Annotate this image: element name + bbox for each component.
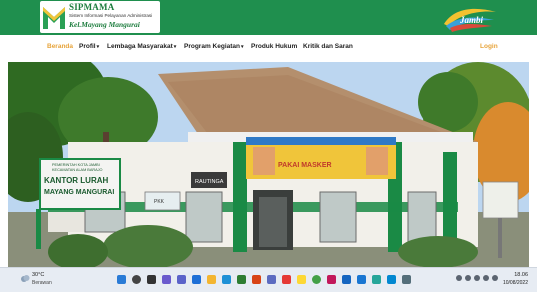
wifi-icon[interactable] <box>474 275 480 281</box>
hero-photo-kantor-lurah: PAKAI MASKER RAUTINGA PEMERINTAH KOTA JA… <box>8 62 529 267</box>
office-sign-main1: KANTOR LURAH <box>44 176 109 185</box>
nav-produk-hukum[interactable]: Produk Hukum <box>251 43 297 50</box>
excel-icon[interactable] <box>237 275 246 284</box>
logo-title: SIPMAMA <box>69 2 115 12</box>
media-icon[interactable] <box>282 275 291 284</box>
chevron-up-icon[interactable] <box>456 275 462 281</box>
weather-condition: Berawan <box>32 280 52 286</box>
store-icon[interactable] <box>222 275 231 284</box>
login-link[interactable]: Login <box>480 43 498 50</box>
windows-start-icon[interactable] <box>117 275 126 284</box>
app-icon-3[interactable] <box>387 275 396 284</box>
main-navigation: Beranda Profil▾ Lembaga Masyarakat▾ Prog… <box>0 35 537 62</box>
office-sign-line1: PEMERINTAH KOTA JAMBI <box>52 163 100 167</box>
word-icon[interactable] <box>357 275 366 284</box>
nav-lembaga-masyarakat[interactable]: Lembaga Masyarakat▾ <box>107 43 176 50</box>
site-header: SIPMAMA Sistem Informasi Pelayanan Admin… <box>0 0 537 35</box>
nav-program-kegiatan[interactable]: Program Kegiatan▾ <box>184 43 244 50</box>
teams-icon[interactable] <box>267 275 276 284</box>
widgets-icon[interactable] <box>162 275 171 284</box>
banner-text: PAKAI MASKER <box>278 162 332 169</box>
chevron-down-icon: ▾ <box>241 44 244 50</box>
jambi-city-logo-icon[interactable]: Jambi <box>440 4 500 32</box>
office-sign-main2: MAYANG MANGURAI <box>44 189 114 196</box>
weather-temperature: 30°C <box>32 272 45 278</box>
chrome-icon[interactable] <box>312 275 321 284</box>
nav-kritik-dan-saran[interactable]: Kritik dan Saran <box>303 43 353 50</box>
chat-icon[interactable] <box>177 275 186 284</box>
clock-date: 10/08/2022 <box>502 280 528 286</box>
app-icon-4[interactable] <box>402 275 411 284</box>
search-icon[interactable] <box>132 275 141 284</box>
door-sign: RAUTINGA <box>195 179 224 185</box>
logo-subtitle: Sistem Informasi Pelayanan Administrasi <box>69 13 153 18</box>
site-logo[interactable]: SIPMAMA Sistem Informasi Pelayanan Admin… <box>40 1 160 33</box>
logo-kelurahan: Kel.Mayang Mangurai <box>69 20 140 29</box>
nav-beranda[interactable]: Beranda <box>47 43 73 50</box>
chevron-down-icon: ▾ <box>173 44 177 50</box>
chevron-down-icon: ▾ <box>96 44 100 50</box>
nav-profil[interactable]: Profil▾ <box>79 43 99 50</box>
app-icon[interactable] <box>327 275 336 284</box>
windows-taskbar: 30°C Berawan 18.06 10/08/2022 <box>0 267 537 292</box>
clock-time: 18.06 <box>514 272 528 278</box>
edge-icon[interactable] <box>192 275 201 284</box>
photos-icon[interactable] <box>297 275 306 284</box>
battery-icon[interactable] <box>492 275 498 281</box>
sipmama-logo-icon <box>43 7 65 29</box>
cloud-sync-icon[interactable] <box>465 275 471 281</box>
task-view-icon[interactable] <box>147 275 156 284</box>
office-sign-line2: KECAMATAN ALAM BARAJO <box>52 168 103 172</box>
file-explorer-icon[interactable] <box>207 275 216 284</box>
office-icon[interactable] <box>252 275 261 284</box>
pkk-sign: PKK <box>154 199 165 205</box>
svg-text:Jambi: Jambi <box>459 15 484 25</box>
app-icon-2[interactable] <box>372 275 381 284</box>
volume-icon[interactable] <box>483 275 489 281</box>
settings-icon[interactable] <box>342 275 351 284</box>
cloud-icon <box>21 275 30 282</box>
